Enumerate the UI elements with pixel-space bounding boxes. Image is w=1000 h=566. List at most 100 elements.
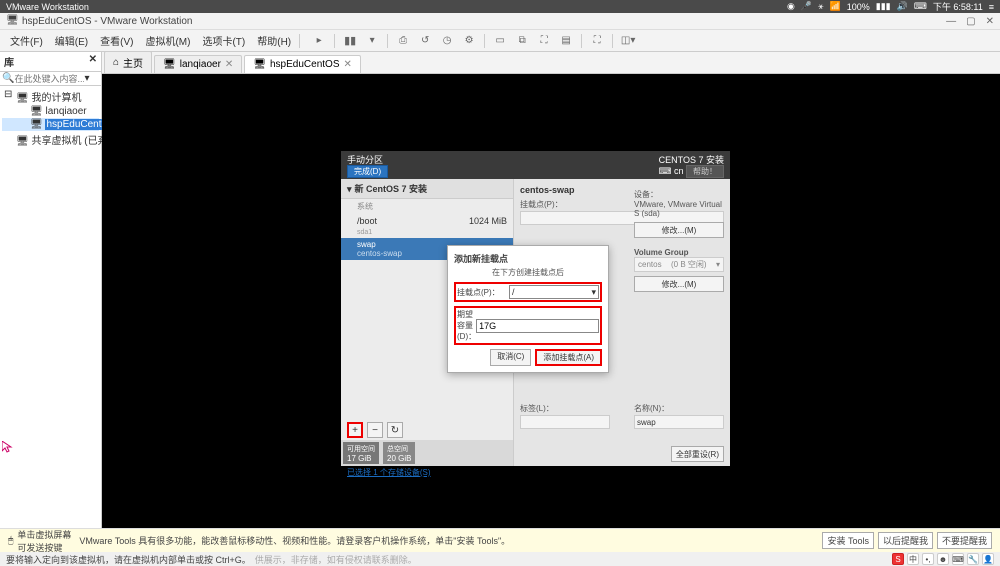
maximize-button[interactable]: ▢ <box>966 16 975 27</box>
tree-vm-hspedu[interactable]: 🖥 hspEduCentOS <box>2 118 99 131</box>
tree-root[interactable]: ⊟🖥 我的计算机 <box>2 88 99 105</box>
avail-space: 可用空间17 GiB <box>343 442 379 464</box>
chevron-down-icon: ▾ <box>591 287 596 298</box>
cursor-icon <box>2 441 14 453</box>
close-icon[interactable]: ✕ <box>344 59 352 70</box>
remove-partition-button[interactable]: − <box>367 422 383 438</box>
sysbar-app: VMware Workstation <box>6 2 89 12</box>
close-icon[interactable]: ✕ <box>225 59 233 70</box>
menu-view[interactable]: 查看(V) <box>94 33 139 48</box>
partition-boot[interactable]: /bootsda11024 MiB <box>341 214 513 238</box>
battery-icon: ▮▮▮ <box>876 1 891 12</box>
fullscreen-button[interactable]: ⛶ <box>588 32 606 50</box>
hint-icon: 🖱 <box>8 535 13 546</box>
search-dropdown-icon[interactable]: ▾ <box>84 73 89 84</box>
tray-punct-icon[interactable]: •, <box>922 553 934 565</box>
view4-button[interactable]: ▤ <box>557 32 575 50</box>
vmware-icon: 🖥 <box>6 15 18 27</box>
menu-tabs[interactable]: 选项卡(T) <box>196 33 251 48</box>
menu-icon[interactable]: ≡ <box>989 2 994 12</box>
hint-left: 单击虚拟屏幕可发送按键 <box>17 528 71 554</box>
menu-vm[interactable]: 虚拟机(M) <box>139 33 196 48</box>
settings-button[interactable]: ⚙ <box>460 32 478 50</box>
tree-shared[interactable]: 🖥 共享虚拟机 (已弃用) <box>2 131 99 148</box>
install-tools-button[interactable]: 安装 Tools <box>822 532 874 549</box>
menu-file[interactable]: 文件(F) <box>4 33 49 48</box>
device-label: 设备： <box>634 189 724 200</box>
add-partition-button[interactable]: + <box>347 422 363 438</box>
dialog-desc: 在下方创建挂载点后 <box>454 267 602 278</box>
search-icon: 🔍 <box>2 73 14 84</box>
manage-button[interactable]: ◷ <box>438 32 456 50</box>
vol-icon: 🔊 <box>897 1 908 12</box>
pause-dropdown[interactable]: ▾ <box>363 32 381 50</box>
view1-button[interactable]: ▭ <box>491 32 509 50</box>
view3-button[interactable]: ⛶ <box>535 32 553 50</box>
rec-icon: ◉ <box>787 1 795 12</box>
vg-select[interactable]: centos(0 B 空闲)▾ <box>634 257 724 272</box>
power-button[interactable]: ▸ <box>310 32 328 50</box>
tree-vm-lanqiaoer[interactable]: 🖥 lanqiaoer <box>2 105 99 118</box>
unity-button[interactable]: ◫▾ <box>619 32 637 50</box>
label-label: 标签(L)： <box>520 403 610 414</box>
name-label: 名称(N)： <box>634 403 724 414</box>
tray-tool-icon[interactable]: 🔧 <box>967 553 979 565</box>
add-mount-dialog: 添加新挂载点 在下方创建挂载点后 挂载点(P)： /▾ 期望容量(D)： 取消(… <box>447 245 609 373</box>
dont-remind-button[interactable]: 不要提醒我 <box>937 532 992 549</box>
library-close-icon[interactable]: ✕ <box>89 54 97 69</box>
wifi-icon: 📶 <box>830 1 841 12</box>
tab-home[interactable]: ⌂主页 <box>104 51 152 73</box>
tray-sogou-icon[interactable]: S <box>892 553 904 565</box>
centos-installer: 手动分区 完成(D) CENTOS 7 安装 ⌨ cn 帮助！ ▾新 CentO… <box>341 151 730 466</box>
pause-icon[interactable]: ▮▮ <box>341 32 359 50</box>
tray-emoji-icon[interactable]: ☻ <box>937 553 949 565</box>
tray-user-icon[interactable]: 👤 <box>982 553 994 565</box>
total-space: 总空间20 GiB <box>383 442 415 464</box>
help-button[interactable]: 帮助！ <box>686 165 724 178</box>
modify-vg-button[interactable]: 修改...(M) <box>634 276 724 292</box>
done-button[interactable]: 完成(D) <box>347 165 388 178</box>
view2-button[interactable]: ⧉ <box>513 32 531 50</box>
name-field[interactable]: swap <box>634 415 724 429</box>
dlg-add-button[interactable]: 添加挂载点(A) <box>535 349 602 366</box>
status-message: 要将输入定向到该虚拟机，请在虚拟机内部单击或按 Ctrl+G。 <box>6 553 251 566</box>
label-field[interactable] <box>520 415 610 429</box>
dlg-cancel-button[interactable]: 取消(C) <box>490 349 531 366</box>
window-title: hspEduCentOS - VMware Workstation <box>22 16 192 27</box>
reset-all-button[interactable]: 全部重设(R) <box>671 446 724 462</box>
input-icon: ⌨ <box>914 1 927 12</box>
remind-later-button[interactable]: 以后提醒我 <box>878 532 933 549</box>
menu-edit[interactable]: 编辑(E) <box>49 33 94 48</box>
close-button[interactable]: ✕ <box>986 16 994 27</box>
tray-kbd-icon[interactable]: ⌨ <box>952 553 964 565</box>
home-icon: ⌂ <box>113 57 119 68</box>
tray-cn-icon[interactable]: 中 <box>907 553 919 565</box>
kbd-icon: ⌨ <box>658 166 671 176</box>
modify-device-button[interactable]: 修改...(M) <box>634 222 724 238</box>
sys-time: 下午 6:58:11 <box>933 0 983 13</box>
reload-partition-button[interactable]: ↻ <box>387 422 403 438</box>
tab-hspedu[interactable]: 🖥hspEduCentOS✕ <box>244 55 361 73</box>
watermark-text: 供展示，非存储，如有侵权请联系删除。 <box>255 553 417 566</box>
library-title: 库 <box>4 54 14 69</box>
dlg-mount-combo[interactable]: /▾ <box>509 285 599 299</box>
hint-message: VMware Tools 具有很多功能，能改善鼠标移动性、视频和性能。请登录客户… <box>79 534 510 547</box>
storage-devices-link[interactable]: 已选择 1 个存储设备(S) <box>347 468 431 477</box>
library-search-input[interactable] <box>14 74 84 84</box>
tab-lanqiaoer[interactable]: 🖥lanqiaoer✕ <box>154 55 242 73</box>
dlg-mount-label: 挂载点(P)： <box>457 287 509 298</box>
device-value: VMware, VMware Virtual S (sda) <box>634 200 724 218</box>
mic-icon: 🎤 <box>801 1 812 12</box>
bt-icon: ⚹ <box>818 1 823 12</box>
vm-display[interactable]: 手动分区 完成(D) CENTOS 7 安装 ⌨ cn 帮助！ ▾新 CentO… <box>102 74 1000 528</box>
partition-group[interactable]: ▾新 CentOS 7 安装 <box>341 179 513 199</box>
dlg-capacity-input[interactable] <box>476 319 599 333</box>
partition-system-label: 系统 <box>341 199 513 214</box>
snapshot-button[interactable]: ⎙ <box>394 32 412 50</box>
lang-label: cn <box>674 166 684 176</box>
revert-button[interactable]: ↺ <box>416 32 434 50</box>
vg-label: Volume Group <box>634 248 724 257</box>
menu-help[interactable]: 帮助(H) <box>251 33 297 48</box>
minimize-button[interactable]: — <box>946 16 956 27</box>
dialog-title: 添加新挂载点 <box>454 252 602 265</box>
